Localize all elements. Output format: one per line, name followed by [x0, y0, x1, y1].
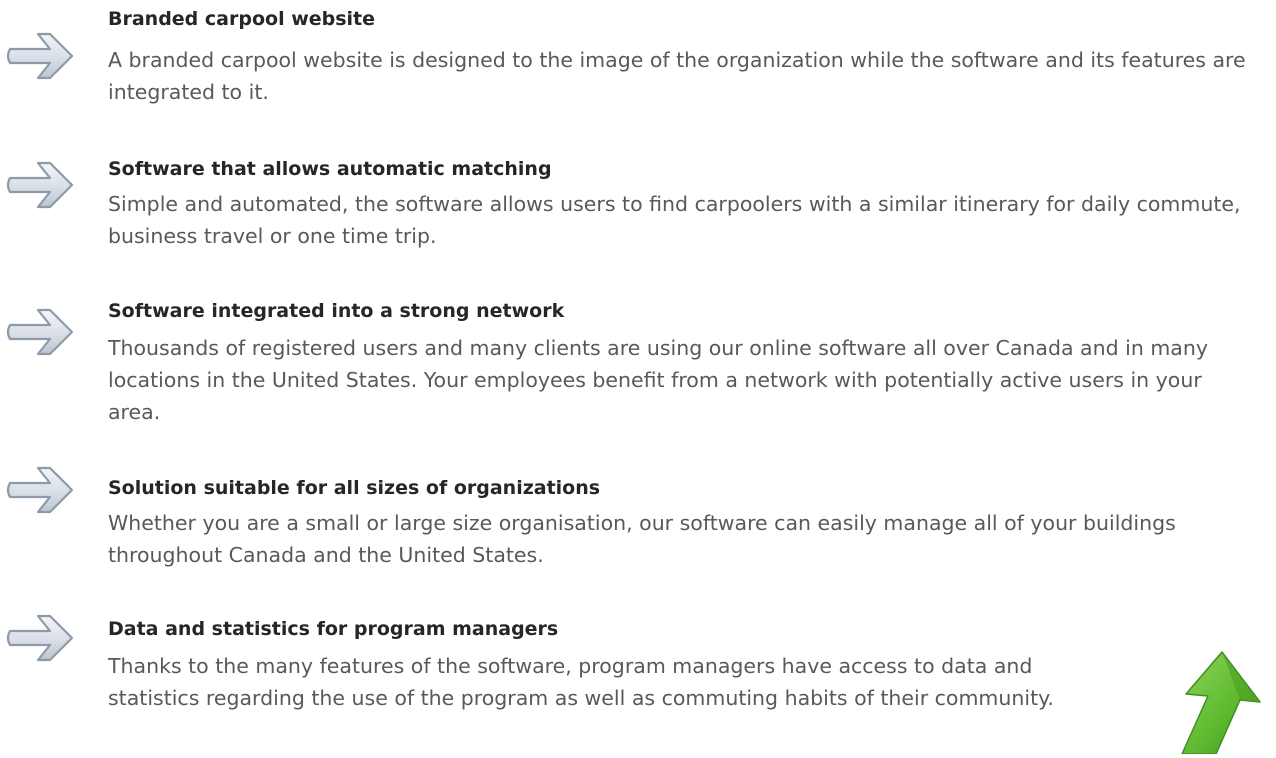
feature-title: Solution suitable for all sizes of organ… — [108, 477, 601, 499]
feature-description: A branded carpool website is designed to… — [108, 48, 1246, 104]
green-up-arrow-icon — [1160, 650, 1276, 755]
right-arrow-icon — [6, 157, 88, 213]
right-arrow-icon — [6, 462, 88, 518]
feature-description: Simple and automated, the software allow… — [108, 192, 1241, 248]
feature-title: Data and statistics for program managers — [108, 618, 559, 640]
feature-title: Software that allows automatic matching — [108, 158, 552, 180]
feature-description: Thousands of registered users and many c… — [108, 336, 1208, 424]
right-arrow-icon — [6, 610, 88, 666]
right-arrow-icon — [6, 304, 88, 360]
feature-title: Branded carpool website — [108, 8, 376, 30]
feature-description: Whether you are a small or large size or… — [108, 511, 1176, 567]
right-arrow-icon — [6, 28, 88, 84]
feature-title: Software integrated into a strong networ… — [108, 300, 565, 322]
feature-description: Thanks to the many features of the softw… — [108, 654, 1054, 710]
